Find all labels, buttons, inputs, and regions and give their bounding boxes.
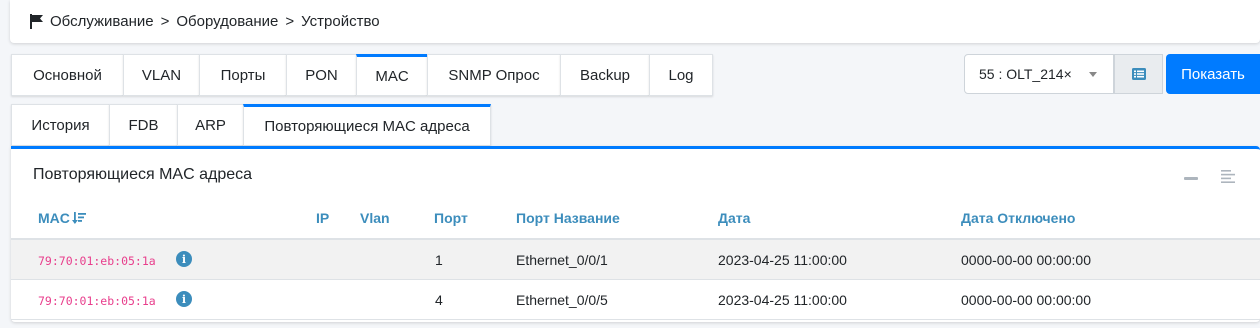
show-button[interactable]: Показать xyxy=(1166,54,1260,94)
column-header-mac[interactable]: MAC xyxy=(38,210,86,226)
minus-icon[interactable] xyxy=(1184,177,1198,180)
tab-log[interactable]: Log xyxy=(649,54,713,96)
tab-snmp[interactable]: SNMP Опрос xyxy=(427,54,560,96)
flag-icon xyxy=(30,14,43,29)
tab-backup[interactable]: Backup xyxy=(560,54,649,96)
sub-tabs: История FDB ARP Повторяющиеся MAC адреса xyxy=(11,104,491,146)
date-cell: 2023-04-25 11:00:00 xyxy=(718,292,847,308)
column-header-date[interactable]: Дата xyxy=(718,210,750,226)
info-icon[interactable]: i xyxy=(176,291,192,307)
table-header: MAC IP Vlan Порт Порт Название Дата Дата… xyxy=(11,197,1260,240)
card-title: Повторяющиеся MAC адреса xyxy=(33,166,253,183)
tab-ports[interactable]: Порты xyxy=(199,54,286,96)
column-header-vlan[interactable]: Vlan xyxy=(360,210,390,226)
port-cell: 1 xyxy=(435,252,443,268)
tab-pon[interactable]: PON xyxy=(286,54,356,96)
tab-duplicate-mac[interactable]: Повторяющиеся MAC адреса xyxy=(243,104,491,146)
column-header-port-name[interactable]: Порт Название xyxy=(516,210,620,226)
list-icon xyxy=(1131,68,1146,80)
device-select[interactable]: 55 : OLT_214× xyxy=(964,54,1114,94)
breadcrumb-separator: > xyxy=(160,13,170,30)
tab-vlan[interactable]: VLAN xyxy=(123,54,199,96)
list-button[interactable] xyxy=(1114,54,1163,94)
tab-mac[interactable]: MAC xyxy=(356,54,427,96)
tab-history[interactable]: История xyxy=(11,104,109,146)
mac-cell: 79:70:01:eb:05:1a xyxy=(38,294,156,308)
info-icon[interactable]: i xyxy=(176,251,192,267)
breadcrumb-item-device: Устройство xyxy=(301,13,380,30)
device-select-value: 55 : OLT_214 xyxy=(979,66,1064,82)
tab-fdb[interactable]: FDB xyxy=(109,104,177,146)
menu-icon[interactable] xyxy=(1221,170,1235,183)
mac-cell: 79:70:01:eb:05:1a xyxy=(38,254,156,268)
table-row: 79:70:01:eb:05:1a i 1 Ethernet_0/0/1 202… xyxy=(11,240,1260,280)
mac-table: MAC IP Vlan Порт Порт Название Дата Дата… xyxy=(11,197,1260,320)
chevron-down-icon xyxy=(1089,71,1097,77)
column-header-ip[interactable]: IP xyxy=(316,210,329,226)
sort-desc-icon[interactable] xyxy=(71,212,86,225)
date-off-cell: 0000-00-00 00:00:00 xyxy=(961,252,1091,268)
duplicate-mac-card: Повторяющиеся MAC адреса MAC IP Vlan Пор… xyxy=(11,146,1260,322)
breadcrumb-item-equipment[interactable]: Оборудование xyxy=(176,13,278,30)
date-off-cell: 0000-00-00 00:00:00 xyxy=(961,292,1091,308)
tab-general[interactable]: Основной xyxy=(11,54,123,96)
column-header-date-off[interactable]: Дата Отключено xyxy=(961,210,1075,226)
port-name-cell: Ethernet_0/0/5 xyxy=(516,292,608,308)
date-cell: 2023-04-25 11:00:00 xyxy=(718,252,847,268)
breadcrumb-separator: > xyxy=(285,13,295,30)
clear-icon[interactable]: × xyxy=(1064,66,1072,82)
port-name-cell: Ethernet_0/0/1 xyxy=(516,252,608,268)
port-cell: 4 xyxy=(435,292,443,308)
table-row: 79:70:01:eb:05:1a i 4 Ethernet_0/0/5 202… xyxy=(11,280,1260,320)
main-tabs: Основной VLAN Порты PON MAC SNMP Опрос B… xyxy=(11,54,713,96)
breadcrumb-item-service[interactable]: Обслуживание xyxy=(50,13,154,30)
breadcrumb: Обслуживание > Оборудование > Устройство xyxy=(10,0,1260,43)
column-header-port[interactable]: Порт xyxy=(434,210,468,226)
tab-arp[interactable]: ARP xyxy=(177,104,243,146)
